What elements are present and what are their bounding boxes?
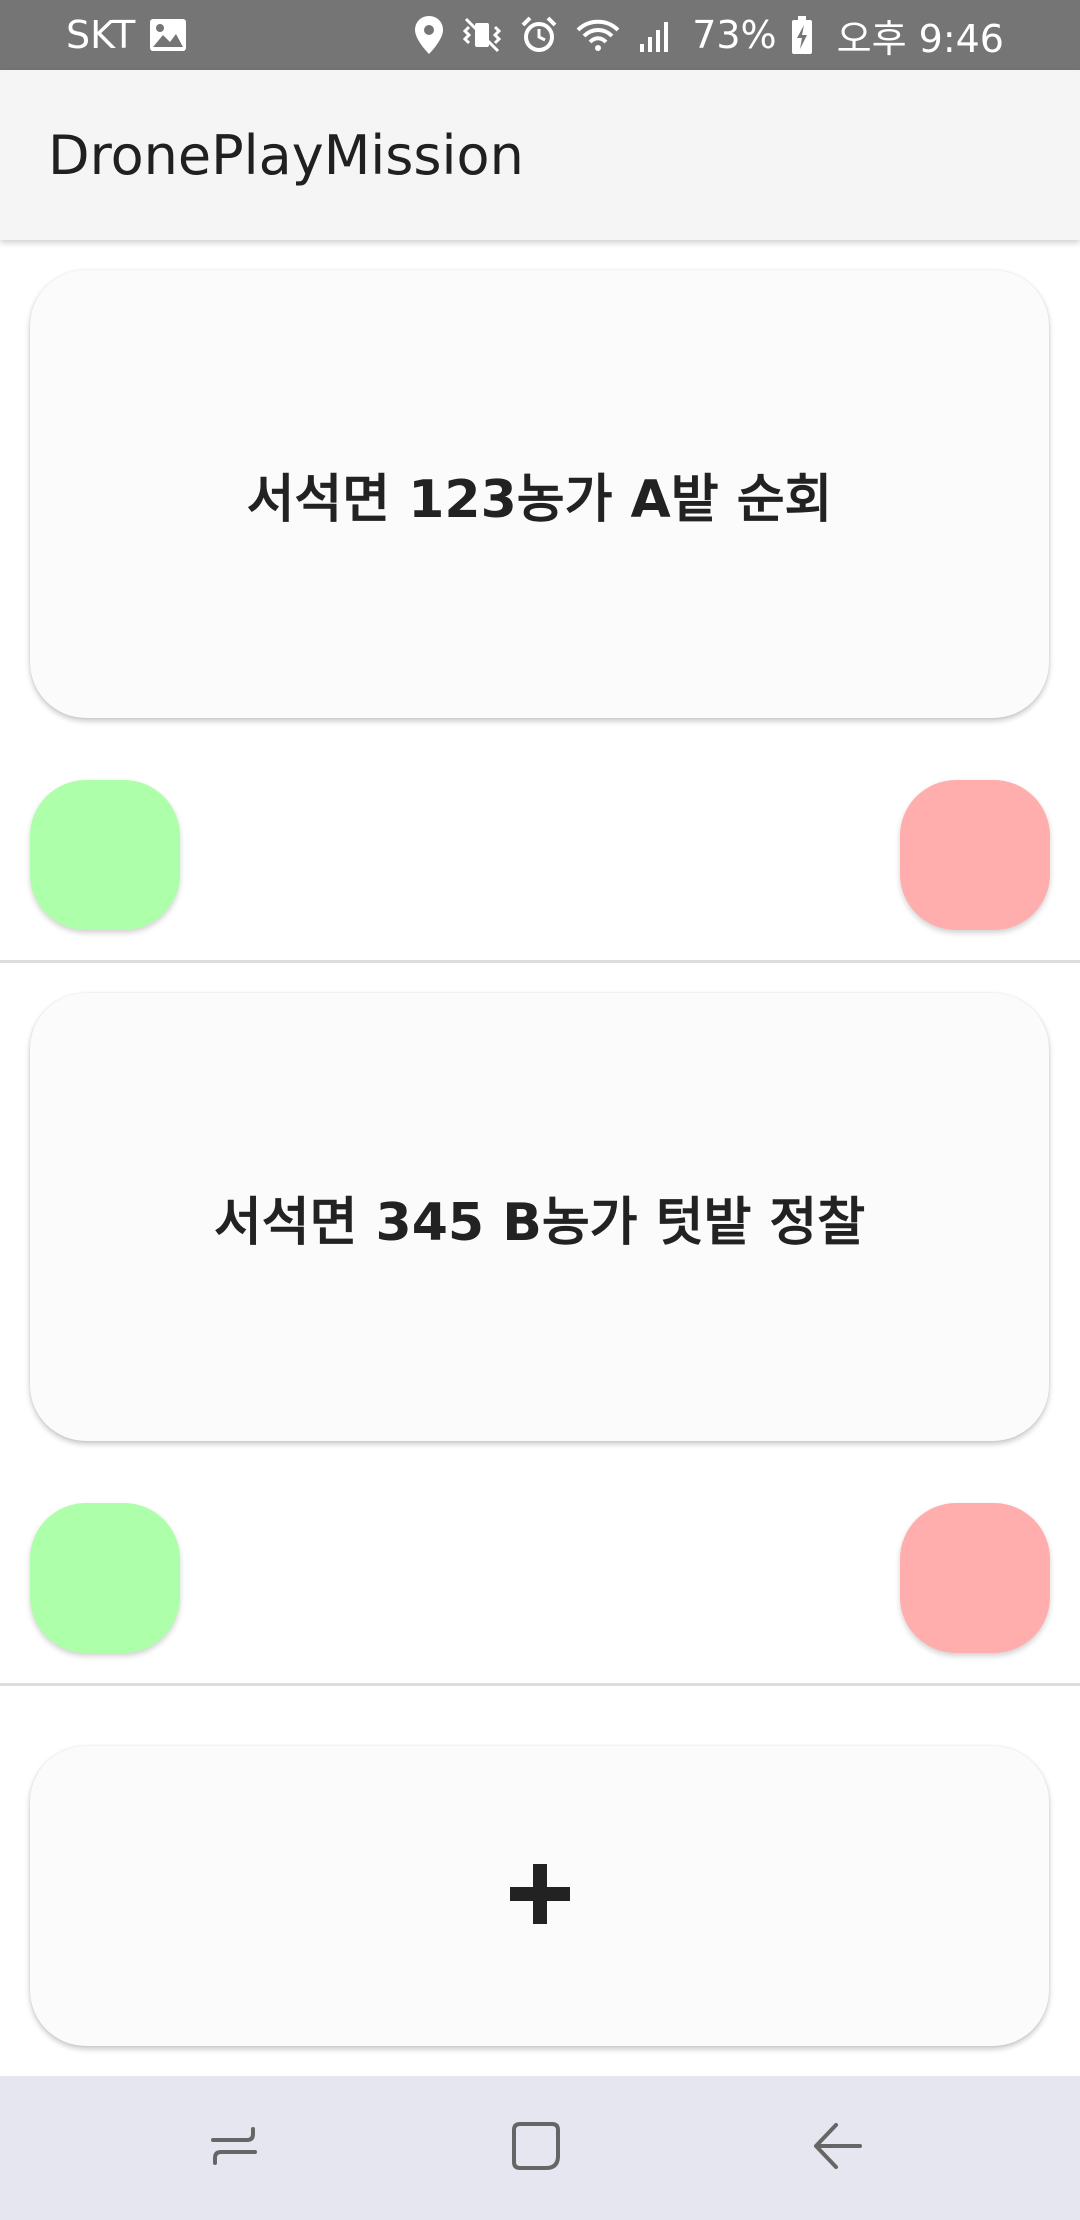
- battery-charging-icon: [791, 16, 813, 54]
- divider: [0, 960, 1080, 963]
- back-icon: [812, 2121, 864, 2176]
- battery-percent: 73%: [692, 13, 777, 57]
- alarm-icon: [520, 16, 558, 54]
- start-mission-button[interactable]: [30, 780, 180, 930]
- mission-card[interactable]: 서석면 123농가 A밭 순회: [30, 270, 1049, 718]
- add-mission-button[interactable]: [30, 1746, 1049, 2046]
- status-left: SKT: [66, 0, 205, 70]
- clock: 오후 9:46: [836, 16, 1004, 61]
- navigation-bar: [0, 2076, 1080, 2220]
- signal-icon: [638, 18, 674, 52]
- home-button[interactable]: [466, 2076, 606, 2220]
- mission-title: 서석면 345 B농가 텃밭 정찰: [213, 1192, 866, 1253]
- delete-mission-button[interactable]: [900, 1503, 1050, 1653]
- recent-apps-icon: [209, 2121, 259, 2176]
- home-icon: [510, 2120, 562, 2177]
- app-title: DronePlayMission: [48, 123, 524, 187]
- app-bar: DronePlayMission: [0, 70, 1080, 240]
- gallery-icon: [149, 18, 187, 52]
- location-icon: [414, 15, 444, 55]
- vibrate-icon: [462, 17, 502, 53]
- wifi-icon: [576, 18, 620, 52]
- back-button[interactable]: [768, 2076, 908, 2220]
- mission-title: 서석면 123농가 A밭 순회: [246, 469, 833, 530]
- recent-apps-button[interactable]: [164, 2076, 304, 2220]
- plus-icon: [509, 1863, 570, 1929]
- status-right: 73% 오후 9:46: [414, 0, 1004, 70]
- delete-mission-button[interactable]: [900, 780, 1050, 930]
- start-mission-button[interactable]: [30, 1503, 180, 1653]
- divider: [0, 1683, 1080, 1686]
- status-bar: SKT 73% 오후 9:46: [0, 0, 1080, 70]
- carrier-label: SKT: [66, 13, 136, 57]
- mission-card[interactable]: 서석면 345 B농가 텃밭 정찰: [30, 993, 1049, 1441]
